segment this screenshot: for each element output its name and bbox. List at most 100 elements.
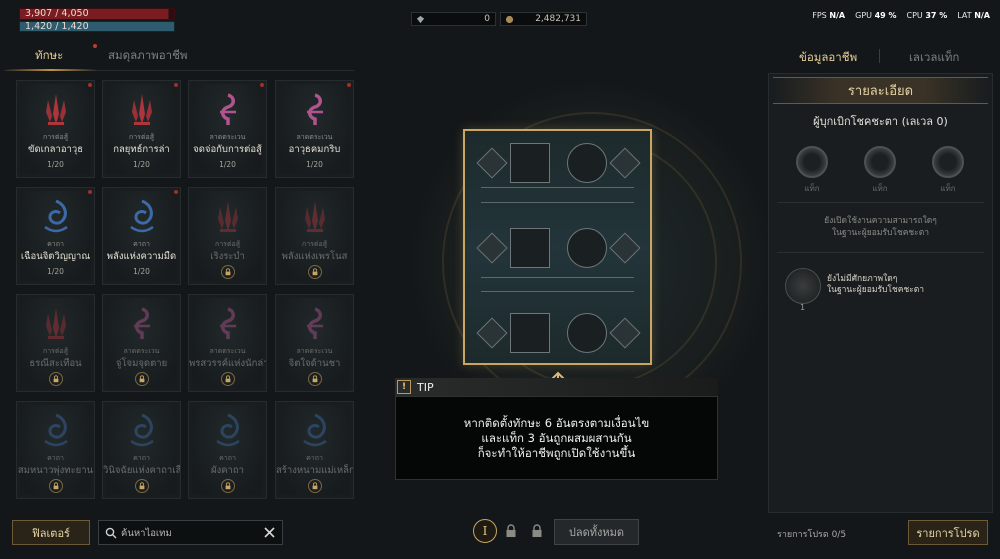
gpu-label: GPU: [855, 11, 873, 20]
board-separator: [481, 202, 634, 203]
combat-emblem-icon: [217, 201, 238, 232]
skill-card[interactable]: คาถา เฉือนจิตวิญญาณ 1/20: [16, 187, 95, 285]
tag-slot-1[interactable]: [796, 146, 828, 178]
potential-note-line: ยังไม่มีศักยภาพใดๆ: [827, 274, 898, 284]
spell-emblem-icon: [129, 199, 154, 233]
board-slot-right[interactable]: [567, 228, 607, 268]
board-slot-right[interactable]: [567, 143, 607, 183]
filter-button[interactable]: ฟิลเตอร์: [12, 520, 90, 545]
skill-grid: การต่อสู้ ขัดเกลาอาวุธ 1/20 การต่อสู้ กลยุทธ…: [14, 80, 354, 515]
ability-note-line: ในฐานะผู้ยอมรับโชคชะตา: [831, 228, 930, 238]
potential-note-line: ในฐานะผู้ยอมรับโชคชะตา: [827, 285, 925, 295]
divider: [777, 252, 984, 253]
tip-line: หากติดตั้งทักษะ 6 อันตรงตามเงื่อนไข: [463, 415, 650, 430]
skill-card[interactable]: คาถา สร้างหนามแม่เหล็ก: [275, 401, 354, 499]
gem-amount: 0: [484, 14, 490, 24]
skill-card[interactable]: การต่อสู้ กลยุทธ์การล่า 1/20: [102, 80, 181, 178]
board-slot-outer-left[interactable]: [476, 317, 508, 349]
combat-emblem-icon: [131, 94, 152, 125]
tab-profession-stats[interactable]: สมดุลภาพอาชีพ: [108, 47, 187, 65]
new-indicator-dot: [174, 83, 178, 87]
skill-level: 1/20: [133, 160, 150, 169]
skill-card[interactable]: คาถา ผังคาถา: [188, 401, 267, 499]
skill-card[interactable]: คาถา พลังแห่งความมืด 1/20: [102, 187, 181, 285]
board-separator: [481, 187, 634, 188]
cpu-value: 37 %: [925, 11, 948, 20]
lock-icon: [134, 479, 149, 493]
fps-label: FPS: [812, 11, 827, 20]
skill-board: [463, 129, 652, 365]
reset-all-button[interactable]: ปลดทั้งหมด: [554, 519, 639, 545]
skill-card[interactable]: ลาดตระเวน จิตใจด้านชา: [275, 294, 354, 392]
spell-emblem-icon: [129, 413, 154, 447]
cpu-label: CPU: [906, 11, 923, 20]
lock-icon: [220, 372, 235, 386]
skill-card[interactable]: การต่อสู้ ธรณีสะเทือน: [16, 294, 95, 392]
scout-emblem-icon: [306, 93, 323, 125]
skill-name: วินิจฉัยแห่งคาถาเลือน: [103, 465, 180, 476]
tip-line: และแท็ก 3 อันถูกผสมผสานกัน: [481, 430, 632, 445]
page-1-button[interactable]: I: [473, 519, 497, 543]
skill-card[interactable]: คาถา สมหนาวพุ่งทะยาน: [16, 401, 95, 499]
skill-card[interactable]: ลาดตระเวน อาวุธคมกริบ 1/20: [275, 80, 354, 178]
potential-note: ยังไม่มีศักยภาพใดๆ ในฐานะผู้ยอมรับโชคชะต…: [827, 274, 924, 296]
tab-divider: [879, 49, 880, 63]
tab-tag-level[interactable]: เลเวลแท็ก: [909, 49, 959, 67]
gpu-stat: GPU 49 %: [855, 11, 896, 20]
exclamation-icon: !: [397, 380, 411, 394]
skill-level: 1/20: [306, 160, 323, 169]
tab-profession-info[interactable]: ข้อมูลอาชีพ: [799, 49, 857, 67]
cpu-stat: CPU 37 %: [907, 11, 948, 20]
skill-card[interactable]: คาถาวินิจฉัยแห่งคาถาเลือน: [102, 401, 181, 499]
active-tab-indicator: [4, 69, 98, 71]
tip-line: ก็จะทำให้อาชีพถูกเปิดใช้งานขึ้น: [477, 445, 636, 460]
board-slot-outer-right[interactable]: [609, 147, 641, 179]
board-slot-left[interactable]: [510, 228, 550, 268]
coin-icon: [505, 15, 514, 24]
board-separator: [481, 277, 634, 278]
board-row-1: [475, 143, 642, 183]
new-indicator-dot: [88, 190, 92, 194]
board-slot-outer-right[interactable]: [609, 317, 641, 349]
skill-name: ผังคาถา: [211, 465, 244, 476]
skill-name: พลังแห่งความมืด: [106, 251, 177, 262]
board-slot-right[interactable]: [567, 313, 607, 353]
lock-icon: [134, 372, 149, 386]
skill-card[interactable]: ลาดตระเวน จู่โจมจุดตาย: [102, 294, 181, 392]
tag-label: แท็ก: [872, 184, 888, 193]
procs-button[interactable]: รายการโปรด: [908, 520, 988, 545]
skill-name: จิตใจด้านชา: [288, 358, 341, 369]
skill-name: สร้างหนามแม่เหล็ก: [276, 465, 353, 476]
combat-emblem-icon: [45, 94, 66, 125]
skill-card[interactable]: การต่อสู้ พลังแห่งเพรโนส: [275, 187, 354, 285]
scout-emblem-icon: [219, 307, 236, 339]
tag-slot-3[interactable]: [932, 146, 964, 178]
clear-search-icon[interactable]: [263, 526, 276, 539]
skill-card[interactable]: การต่อสู้ เริงระบำ: [188, 187, 267, 285]
spell-emblem-icon: [43, 413, 68, 447]
board-slot-left[interactable]: [510, 313, 550, 353]
combat-emblem-icon: [45, 308, 66, 339]
gpu-value: 49 %: [874, 11, 897, 20]
ability-note-line: ยังเปิดใช้งานความสามารถใดๆ: [824, 216, 937, 226]
skill-card[interactable]: ลาดตระเวน จดจ่อกับการต่อสู้ 1/20: [188, 80, 267, 178]
skill-card[interactable]: ลาดตระเวน พรสวรรค์แห่งนักล่า: [188, 294, 267, 392]
mp-text: 1,420 / 1,420: [25, 21, 89, 32]
board-slot-outer-right[interactable]: [609, 232, 641, 264]
tab-skills[interactable]: ทักษะ: [35, 47, 63, 65]
search-box: [98, 520, 283, 545]
search-input[interactable]: [121, 525, 261, 541]
page-2-lock-icon[interactable]: [503, 523, 519, 539]
details-panel: รายละเอียด ผู้บุกเบิกโชคชะตา (เลเวล 0) แ…: [768, 73, 993, 513]
gem-currency: 0: [411, 12, 496, 26]
right-tab-bar: ข้อมูลอาชีพ เลเวลแท็ก: [775, 43, 995, 71]
board-slot-outer-left[interactable]: [476, 232, 508, 264]
skill-name: ขัดเกลาอาวุธ: [28, 144, 83, 155]
page-3-lock-icon[interactable]: [529, 523, 545, 539]
tag-label: แท็ก: [940, 184, 956, 193]
tag-slot-2[interactable]: [864, 146, 896, 178]
skill-card[interactable]: การต่อสู้ ขัดเกลาอาวุธ 1/20: [16, 80, 95, 178]
board-slot-outer-left[interactable]: [476, 147, 508, 179]
potential-badge-number: 1: [800, 303, 806, 312]
board-slot-left[interactable]: [510, 143, 550, 183]
